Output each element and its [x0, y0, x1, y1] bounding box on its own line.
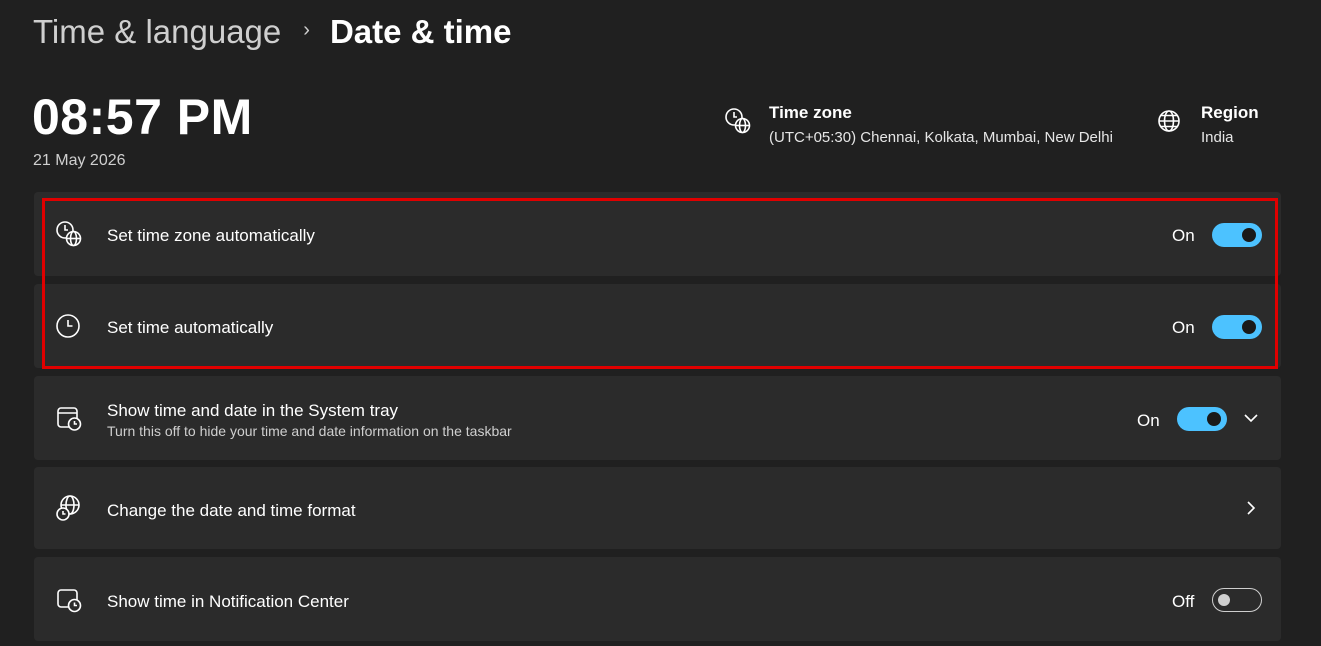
page-title: Date & time — [329, 13, 512, 50]
current-time: 08:57 PM — [32, 89, 253, 145]
setting-show-time-date-system-tray[interactable]: Show time and date in the System tray Tu… — [34, 376, 1281, 460]
setting-label: Change the date and time format — [107, 501, 356, 520]
toggle-state-label: On — [1172, 226, 1195, 245]
globe-clock-icon — [55, 494, 83, 522]
toggle-state-label: On — [1172, 318, 1195, 337]
date-time-settings-page: Time & language › Date & time 08:57 PM 2… — [0, 0, 1321, 646]
time-zone-value: (UTC+05:30) Chennai, Kolkata, Mumbai, Ne… — [769, 129, 1113, 146]
region-value: India — [1201, 129, 1234, 146]
setting-label: Set time automatically — [107, 318, 274, 337]
set-time-automatically-toggle[interactable] — [1212, 315, 1262, 339]
breadcrumb-parent-link[interactable]: Time & language — [33, 13, 281, 51]
setting-change-date-time-format[interactable]: Change the date and time format — [34, 467, 1281, 549]
region-info: Region India — [1156, 103, 1259, 146]
toggle-state-label: On — [1137, 411, 1160, 430]
chevron-right-icon[interactable] — [1243, 500, 1259, 516]
setting-set-time-automatically[interactable]: Set time automatically On — [34, 284, 1281, 368]
setting-label: Show time in Notification Center — [107, 592, 349, 611]
setting-label: Set time zone automatically — [107, 226, 315, 245]
toggle-state-label: Off — [1172, 592, 1195, 611]
chevron-down-icon[interactable] — [1243, 410, 1259, 426]
time-zone-title: Time zone — [769, 103, 852, 122]
breadcrumb: Time & language › Date & time — [33, 10, 512, 54]
show-time-date-system-tray-toggle[interactable] — [1177, 407, 1227, 431]
clock-icon — [55, 312, 83, 340]
setting-show-time-notification-center[interactable]: Show time in Notification Center Off — [34, 557, 1281, 641]
clock-globe-icon — [724, 107, 752, 135]
time-zone-info: Time zone (UTC+05:30) Chennai, Kolkata, … — [724, 103, 1113, 146]
setting-set-time-zone-automatically[interactable]: Set time zone automatically On — [34, 192, 1281, 276]
calendar-clock-icon — [55, 404, 83, 432]
clock-globe-icon — [55, 220, 83, 248]
breadcrumb-separator: › — [303, 18, 310, 41]
show-time-notification-center-toggle[interactable] — [1212, 588, 1262, 612]
current-date: 21 May 2026 — [33, 152, 126, 169]
setting-description: Turn this off to hide your time and date… — [107, 423, 512, 439]
region-title: Region — [1201, 103, 1259, 122]
setting-label: Show time and date in the System tray — [107, 401, 399, 420]
globe-icon — [1156, 107, 1184, 135]
set-time-zone-automatically-toggle[interactable] — [1212, 223, 1262, 247]
notification-clock-icon — [55, 586, 83, 614]
